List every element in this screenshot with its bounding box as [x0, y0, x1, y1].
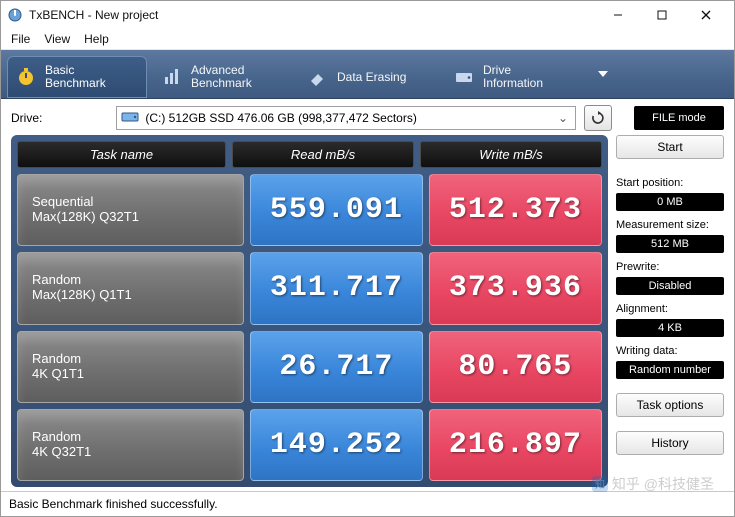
drive-label: Drive: — [11, 111, 42, 125]
app-icon — [7, 7, 23, 23]
bar-chart-icon — [161, 66, 183, 88]
drive-row: Drive: (C:) 512GB SSD 476.06 GB (998,377… — [1, 99, 734, 135]
menu-bar: File View Help — [1, 29, 734, 50]
table-row: SequentialMax(128K) Q32T1 559.091 512.37… — [17, 174, 602, 246]
task-options-button[interactable]: Task options — [616, 393, 724, 417]
tab-drive-information[interactable]: DriveInformation — [445, 56, 585, 98]
table-row: Random4K Q1T1 26.717 80.765 — [17, 331, 602, 403]
start-position-value[interactable]: 0 MB — [616, 193, 724, 211]
task-cell: RandomMax(128K) Q1T1 — [17, 252, 244, 324]
tab-label: AdvancedBenchmark — [191, 64, 252, 89]
task-cell: Random4K Q32T1 — [17, 409, 244, 481]
alignment-label: Alignment: — [616, 303, 724, 315]
toolbar: BasicBenchmark AdvancedBenchmark Data Er… — [1, 50, 734, 99]
minimize-button[interactable] — [596, 1, 640, 29]
app-window: TxBENCH - New project File View Help Bas… — [0, 0, 735, 517]
read-value: 311.717 — [250, 252, 423, 324]
tab-data-erasing[interactable]: Data Erasing — [299, 56, 439, 98]
write-value: 216.897 — [429, 409, 602, 481]
tab-advanced-benchmark[interactable]: AdvancedBenchmark — [153, 56, 293, 98]
write-value: 512.373 — [429, 174, 602, 246]
stopwatch-icon — [15, 66, 37, 88]
prewrite-label: Prewrite: — [616, 261, 724, 273]
header-write: Write mB/s — [420, 141, 602, 168]
title-bar: TxBENCH - New project — [1, 1, 734, 29]
drive-icon — [453, 66, 475, 88]
menu-file[interactable]: File — [11, 32, 30, 46]
task-cell: SequentialMax(128K) Q32T1 — [17, 174, 244, 246]
tab-label: BasicBenchmark — [45, 64, 106, 89]
alignment-value[interactable]: 4 KB — [616, 319, 724, 337]
status-text: Basic Benchmark finished successfully. — [9, 497, 218, 511]
read-value: 26.717 — [250, 331, 423, 403]
header-read: Read mB/s — [232, 141, 414, 168]
file-mode-indicator[interactable]: FILE mode — [634, 106, 724, 130]
chevron-down-icon: ⌄ — [555, 111, 571, 125]
header-task: Task name — [17, 141, 226, 168]
menu-view[interactable]: View — [44, 32, 70, 46]
window-title: TxBENCH - New project — [29, 8, 158, 22]
tab-basic-benchmark[interactable]: BasicBenchmark — [7, 56, 147, 98]
table-header: Task name Read mB/s Write mB/s — [17, 141, 602, 168]
task-cell: Random4K Q1T1 — [17, 331, 244, 403]
read-value: 559.091 — [250, 174, 423, 246]
measurement-size-value[interactable]: 512 MB — [616, 235, 724, 253]
read-value: 149.252 — [250, 409, 423, 481]
history-button[interactable]: History — [616, 431, 724, 455]
menu-help[interactable]: Help — [84, 32, 109, 46]
writing-data-label: Writing data: — [616, 345, 724, 357]
table-row: Random4K Q32T1 149.252 216.897 — [17, 409, 602, 481]
drive-text: (C:) 512GB SSD 476.06 GB (998,377,472 Se… — [145, 111, 416, 125]
side-panel: Start Start position: 0 MB Measurement s… — [616, 135, 724, 487]
prewrite-value[interactable]: Disabled — [616, 277, 724, 295]
eraser-icon — [307, 66, 329, 88]
drive-disk-icon — [121, 110, 139, 127]
tab-label: DriveInformation — [483, 64, 543, 89]
write-value: 373.936 — [429, 252, 602, 324]
toolbar-overflow[interactable] — [591, 50, 615, 98]
maximize-button[interactable] — [640, 1, 684, 29]
status-bar: Basic Benchmark finished successfully. — [1, 491, 734, 516]
drive-select[interactable]: (C:) 512GB SSD 476.06 GB (998,377,472 Se… — [116, 106, 576, 130]
refresh-button[interactable] — [584, 105, 612, 131]
content-area: Drive: (C:) 512GB SSD 476.06 GB (998,377… — [1, 99, 734, 491]
write-value: 80.765 — [429, 331, 602, 403]
measurement-size-label: Measurement size: — [616, 219, 724, 231]
writing-data-value[interactable]: Random number — [616, 361, 724, 379]
benchmark-panel: Task name Read mB/s Write mB/s Sequentia… — [11, 135, 608, 487]
tab-label: Data Erasing — [337, 71, 406, 84]
start-position-label: Start position: — [616, 177, 724, 189]
table-row: RandomMax(128K) Q1T1 311.717 373.936 — [17, 252, 602, 324]
close-button[interactable] — [684, 1, 728, 29]
start-button[interactable]: Start — [616, 135, 724, 159]
